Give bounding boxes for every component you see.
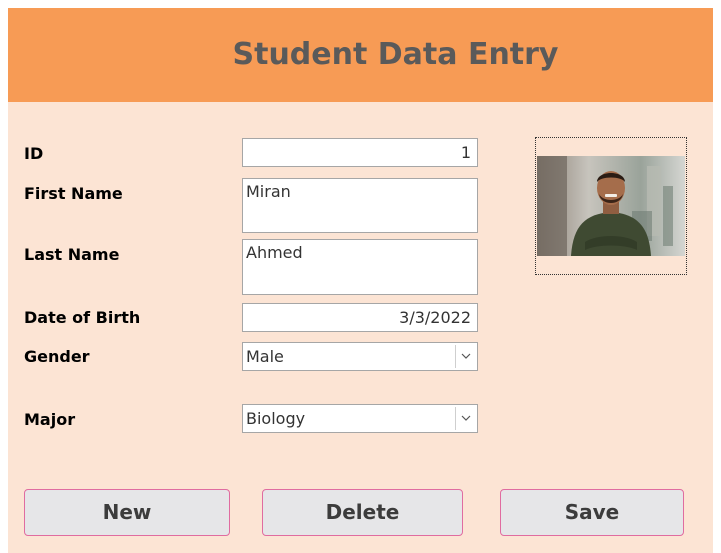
new-button[interactable]: New [24,489,230,536]
student-photo [537,156,685,256]
last-name-field[interactable]: Ahmed [242,239,478,295]
first-name-field[interactable]: Miran [242,178,478,233]
save-button[interactable]: Save [500,489,684,536]
student-form: Student Data Entry ID 1 First Name Miran… [8,8,713,553]
major-select[interactable]: Biology [242,404,478,433]
first-name-label: First Name [24,184,123,203]
major-label: Major [24,410,76,429]
major-dropdown-button[interactable] [455,407,475,430]
chevron-down-icon [461,415,471,421]
dob-label: Date of Birth [24,308,141,327]
form-header: Student Data Entry [8,8,713,102]
id-label: ID [24,144,44,163]
student-photo-frame[interactable] [535,137,687,275]
gender-label: Gender [24,347,90,366]
id-field[interactable]: 1 [242,138,478,167]
gender-dropdown-button[interactable] [455,345,475,368]
last-name-label: Last Name [24,245,120,264]
delete-button[interactable]: Delete [262,489,463,536]
chevron-down-icon [461,353,471,359]
major-value: Biology [246,409,306,428]
gender-select[interactable]: Male [242,342,478,371]
form-title: Student Data Entry [232,37,559,72]
dob-field[interactable]: 3/3/2022 [242,303,478,332]
gender-value: Male [246,347,284,366]
